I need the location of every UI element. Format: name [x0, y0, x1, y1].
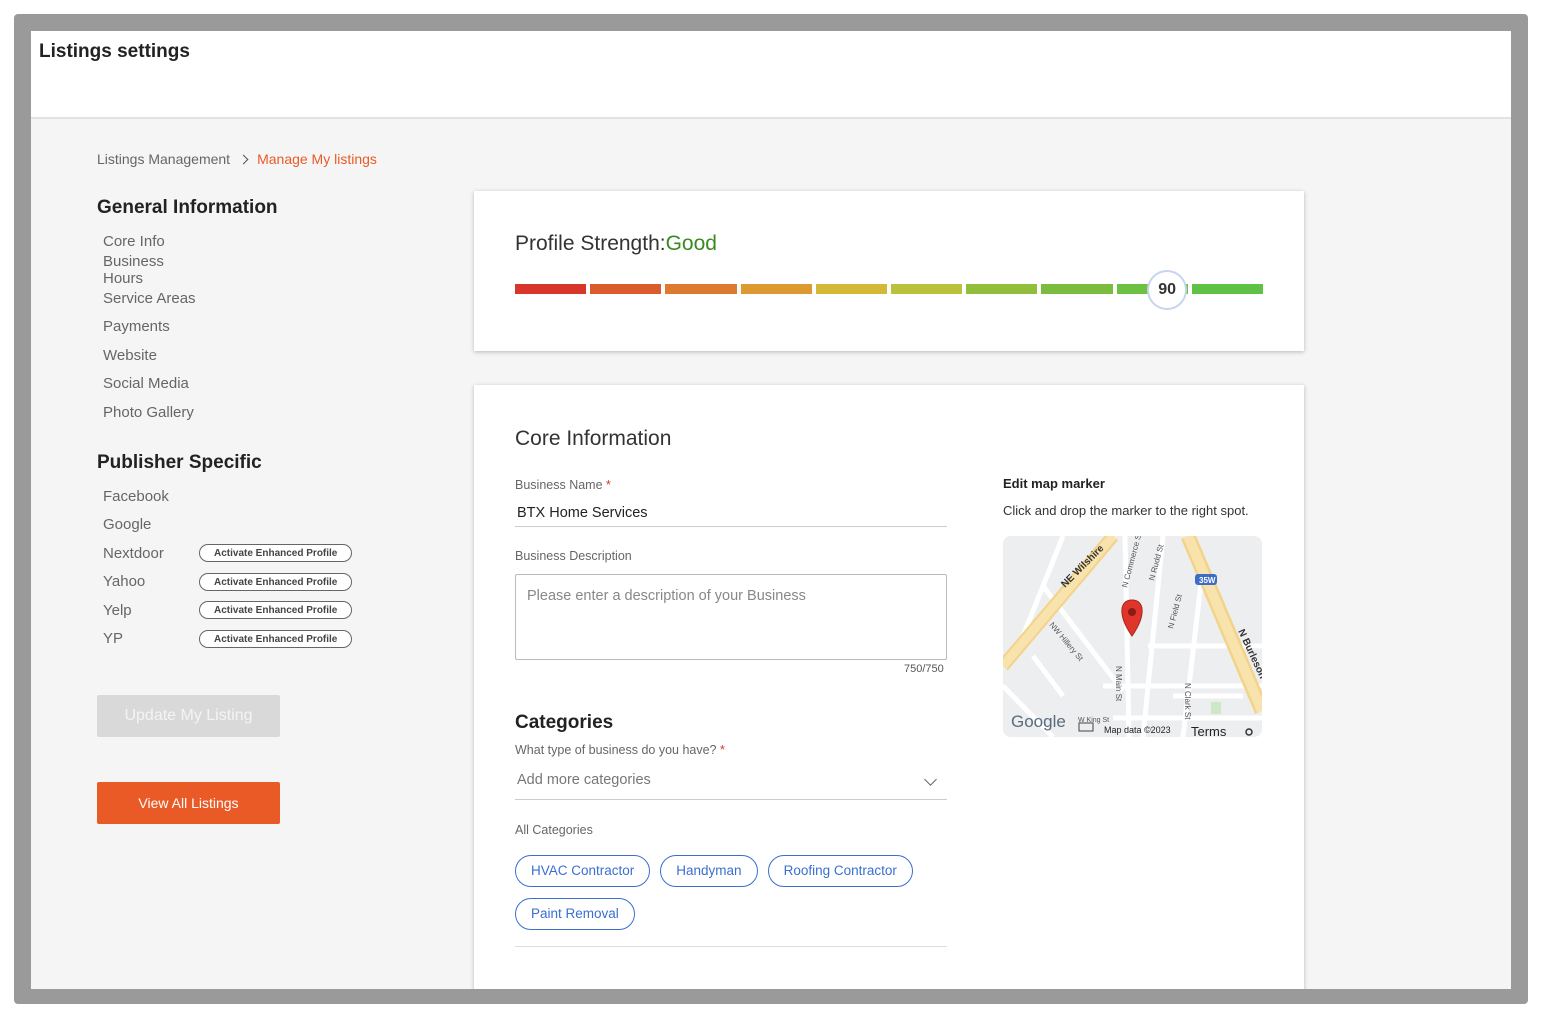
business-description-textarea[interactable]: Please enter a description of your Busin… — [515, 574, 947, 660]
general-info-nav: Core Info Business Hours Service Areas Paym… — [103, 227, 199, 427]
category-select-placeholder: Add more categories — [517, 772, 651, 788]
street-label: N Clark St — [1183, 683, 1192, 720]
sidebar-item-label: Nextdoor — [103, 544, 164, 562]
activate-enhanced-profile-button[interactable]: Activate Enhanced Profile — [199, 601, 353, 620]
required-mark: * — [720, 743, 725, 757]
chevron-down-icon — [924, 773, 937, 786]
category-chip[interactable]: Handyman — [660, 855, 758, 887]
map-widget[interactable]: NE Wilshire N Commerce St N Rudd St N Fi… — [1003, 536, 1262, 737]
sidebar-item-yp[interactable]: YP Activate Enhanced Profile — [103, 625, 353, 654]
sidebar-item-business-hours[interactable]: Business Hours — [103, 252, 199, 287]
sidebar-item-website[interactable]: Website — [103, 341, 199, 370]
category-chip[interactable]: HVAC Contractor — [515, 855, 651, 887]
sidebar-item-label: Business Hours — [103, 252, 164, 287]
categories-question-text: What type of business do you have? — [515, 743, 717, 757]
profile-strength-card: Profile Strength:Good 90 — [474, 191, 1304, 351]
map-canvas[interactable]: NE Wilshire N Commerce St N Rudd St N Fi… — [1003, 536, 1262, 737]
profile-strength-title: Profile Strength:Good — [515, 232, 717, 256]
meter-segment — [966, 284, 1038, 294]
map-marker-dot — [1128, 608, 1136, 616]
core-information-card: Core Information Business Name * BTX Hom… — [474, 385, 1304, 989]
sidebar-item-yahoo[interactable]: Yahoo Activate Enhanced Profile — [103, 568, 353, 597]
sidebar-item-label: YP — [103, 630, 124, 648]
app-window: Listings settings Listings Management Ma… — [31, 31, 1511, 989]
update-listing-button[interactable]: Update My Listing — [97, 695, 280, 737]
activate-enhanced-profile-button[interactable]: Activate Enhanced Profile — [199, 544, 353, 563]
map-data-text: Map data ©2023 — [1104, 725, 1171, 735]
profile-strength-status: Good — [665, 232, 717, 255]
required-mark: * — [606, 478, 611, 492]
sidebar-item-label: Social Media — [103, 375, 189, 393]
profile-strength-label: Profile Strength: — [515, 232, 666, 255]
publisher-nav: Facebook Google Nextdoor Activate Enhanced … — [103, 482, 353, 654]
sidebar-item-label: Service Areas — [103, 289, 196, 307]
divider — [515, 946, 947, 947]
activate-enhanced-profile-button[interactable]: Activate Enhanced Profile — [199, 629, 353, 648]
sidebar-item-payments[interactable]: Payments — [103, 313, 199, 342]
interstate-shield-label: 35W — [1199, 576, 1216, 585]
category-chip[interactable]: Roofing Contractor — [767, 855, 913, 887]
meter-segment — [740, 284, 812, 294]
activate-enhanced-profile-button[interactable]: Activate Enhanced Profile — [199, 572, 353, 591]
meter-segment — [665, 284, 737, 294]
business-name-label: Business Name * — [515, 478, 611, 492]
meter-segment — [590, 284, 662, 294]
sidebar-item-label: Google — [103, 516, 152, 534]
sidebar-item-label: Payments — [103, 318, 170, 336]
street-label: N Main St — [1114, 666, 1123, 702]
meter-segment — [515, 284, 587, 294]
sidebar-item-service-areas[interactable]: Service Areas — [103, 284, 199, 313]
business-name-label-text: Business Name — [515, 478, 603, 492]
character-counter: 750/750 — [904, 663, 944, 675]
core-info-title: Core Information — [515, 427, 672, 450]
page-title: Listings settings — [39, 41, 190, 62]
general-info-heading: General Information — [97, 197, 278, 218]
sidebar-item-social-media[interactable]: Social Media — [103, 370, 199, 399]
meter-segment — [1041, 284, 1113, 294]
breadcrumb: Listings Management Manage My listings — [97, 151, 377, 167]
sidebar-item-facebook[interactable]: Facebook — [103, 482, 352, 511]
meter-segment — [1191, 284, 1263, 294]
meter-segment — [815, 284, 887, 294]
category-chips: HVAC Contractor Handyman Roofing Contracto… — [515, 855, 947, 930]
view-all-listings-button[interactable]: View All Listings — [97, 782, 280, 824]
map-heading: Edit map marker — [1003, 476, 1105, 491]
breadcrumb-current: Manage My listings — [257, 151, 377, 167]
sidebar-item-core-info[interactable]: Core Info — [103, 227, 199, 256]
top-bar: Listings settings — [31, 31, 1511, 119]
profile-score-badge: 90 — [1147, 270, 1188, 310]
sidebar-item-label: Yahoo — [103, 573, 146, 591]
sidebar-item-google[interactable]: Google — [103, 511, 352, 540]
categories-question: What type of business do you have? * — [515, 743, 725, 757]
sidebar-item-label: Photo Gallery — [103, 403, 194, 421]
map-instruction: Click and drop the marker to the right s… — [1003, 503, 1249, 518]
categories-title: Categories — [515, 712, 614, 733]
sidebar-item-photo-gallery[interactable]: Photo Gallery — [103, 398, 199, 427]
sidebar-item-label: Core Info — [103, 232, 165, 250]
breadcrumb-parent[interactable]: Listings Management — [97, 151, 230, 167]
sidebar-item-yelp[interactable]: Yelp Activate Enhanced Profile — [103, 596, 353, 625]
publisher-specific-heading: Publisher Specific — [97, 452, 262, 473]
category-chip[interactable]: Paint Removal — [515, 898, 635, 930]
meter-segment — [891, 284, 963, 294]
sidebar-item-label: Facebook — [103, 487, 169, 505]
google-logo: Google — [1011, 712, 1066, 731]
business-name-field[interactable]: BTX Home Services — [515, 505, 947, 527]
all-categories-label: All Categories — [515, 823, 593, 837]
sidebar-item-label: Yelp — [103, 601, 132, 619]
business-description-label: Business Description — [515, 549, 632, 563]
chevron-right-icon — [238, 154, 249, 164]
sidebar-item-label: Website — [103, 346, 157, 364]
category-select[interactable]: Add more categories — [515, 772, 947, 800]
park-area — [1211, 702, 1221, 714]
map-terms-link[interactable]: Terms — [1191, 724, 1227, 737]
sidebar-item-nextdoor[interactable]: Nextdoor Activate Enhanced Profile — [103, 539, 353, 568]
